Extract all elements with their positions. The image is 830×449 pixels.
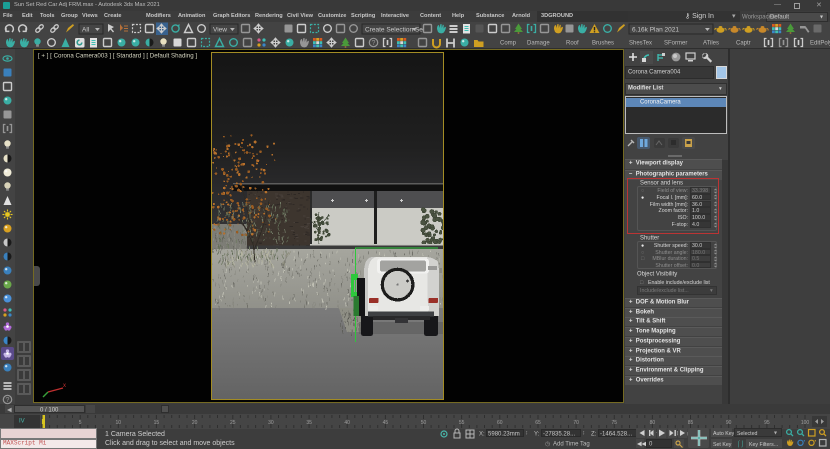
svg-text:80: 80: [650, 420, 656, 426]
svg-text:View: View: [213, 27, 227, 34]
svg-text:SFormer: SFormer: [664, 41, 687, 47]
svg-text:?: ?: [6, 397, 10, 404]
svg-text:EditPoly: EditPoly: [810, 41, 830, 47]
svg-text:Brushes: Brushes: [592, 41, 614, 47]
svg-text:ShesTex: ShesTex: [629, 41, 652, 47]
svg-text:10: 10: [116, 420, 122, 426]
svg-text:60: 60: [497, 420, 503, 426]
svg-text:95: 95: [764, 420, 770, 426]
svg-text:All: All: [82, 27, 90, 34]
svg-text:50: 50: [421, 420, 427, 426]
svg-text:65: 65: [535, 420, 541, 426]
svg-text:Comp: Comp: [500, 41, 517, 47]
svg-text:75: 75: [612, 420, 618, 426]
svg-text:70: 70: [573, 420, 579, 426]
svg-text:45: 45: [383, 420, 389, 426]
svg-text:35: 35: [306, 420, 312, 426]
svg-text:ATiles: ATiles: [703, 41, 719, 47]
svg-text:85: 85: [688, 420, 694, 426]
svg-text:30: 30: [268, 420, 274, 426]
svg-text:40: 40: [344, 420, 350, 426]
svg-text:5: 5: [79, 420, 82, 426]
svg-text:x: x: [63, 383, 66, 389]
svg-text:6.16k Plan 2021: 6.16k Plan 2021: [632, 27, 679, 34]
svg-text:100: 100: [801, 420, 810, 426]
svg-text:25: 25: [230, 420, 236, 426]
svg-text:55: 55: [459, 420, 465, 426]
svg-text:Captr: Captr: [736, 41, 751, 47]
svg-text:15: 15: [154, 420, 160, 426]
svg-text:90: 90: [726, 420, 732, 426]
svg-text:Roof: Roof: [566, 41, 579, 47]
svg-text:?: ?: [372, 40, 376, 47]
svg-text:Damage: Damage: [527, 41, 550, 47]
svg-text:20: 20: [192, 420, 198, 426]
